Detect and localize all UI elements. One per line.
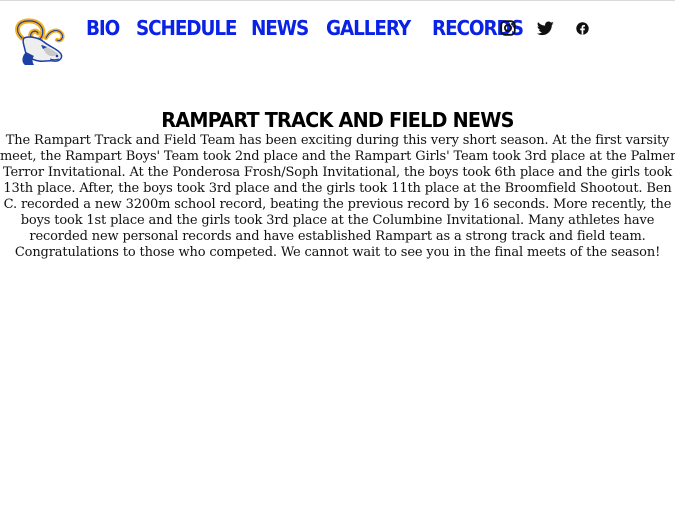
news-line: Congratulations to those who competed. W… bbox=[14, 245, 661, 260]
news-title: RAMPART TRACK AND FIELD NEWS bbox=[161, 108, 514, 133]
news-article-text: The Rampart Track and Field Team has bee… bbox=[0, 133, 675, 261]
nav-gallery-link[interactable]: GALLERY bbox=[326, 15, 411, 41]
news-line: meet, the Rampart Boys' Team took 2nd pl… bbox=[0, 149, 675, 164]
main-nav: BIO SCHEDULE NEWS GALLERY RECORDS bbox=[86, 15, 541, 41]
nav-schedule-link[interactable]: SCHEDULE bbox=[136, 15, 238, 41]
rampart-ram-logo[interactable] bbox=[12, 18, 66, 66]
nav-news-link[interactable]: NEWS bbox=[251, 15, 309, 41]
header: BIO SCHEDULE NEWS GALLERY RECORDS bbox=[0, 1, 675, 71]
news-line: The Rampart Track and Field Team has bee… bbox=[5, 133, 670, 148]
news-line: 13th place. After, the boys took 3rd pla… bbox=[3, 181, 672, 196]
page: BIO SCHEDULE NEWS GALLERY RECORDS RAMPAR… bbox=[0, 0, 675, 510]
news-line: recorded new personal records and have e… bbox=[29, 229, 646, 244]
news-line: boys took 1st place and the girls took 3… bbox=[20, 213, 655, 228]
news-line: C. recorded a new 3200m school record, b… bbox=[3, 197, 672, 212]
nav-bio-link[interactable]: BIO bbox=[86, 15, 120, 41]
facebook-icon[interactable] bbox=[572, 18, 592, 38]
news-line: Terror Invitational. At the Ponderosa Fr… bbox=[2, 165, 673, 180]
instagram-icon[interactable] bbox=[498, 18, 518, 38]
twitter-icon[interactable] bbox=[535, 18, 555, 38]
